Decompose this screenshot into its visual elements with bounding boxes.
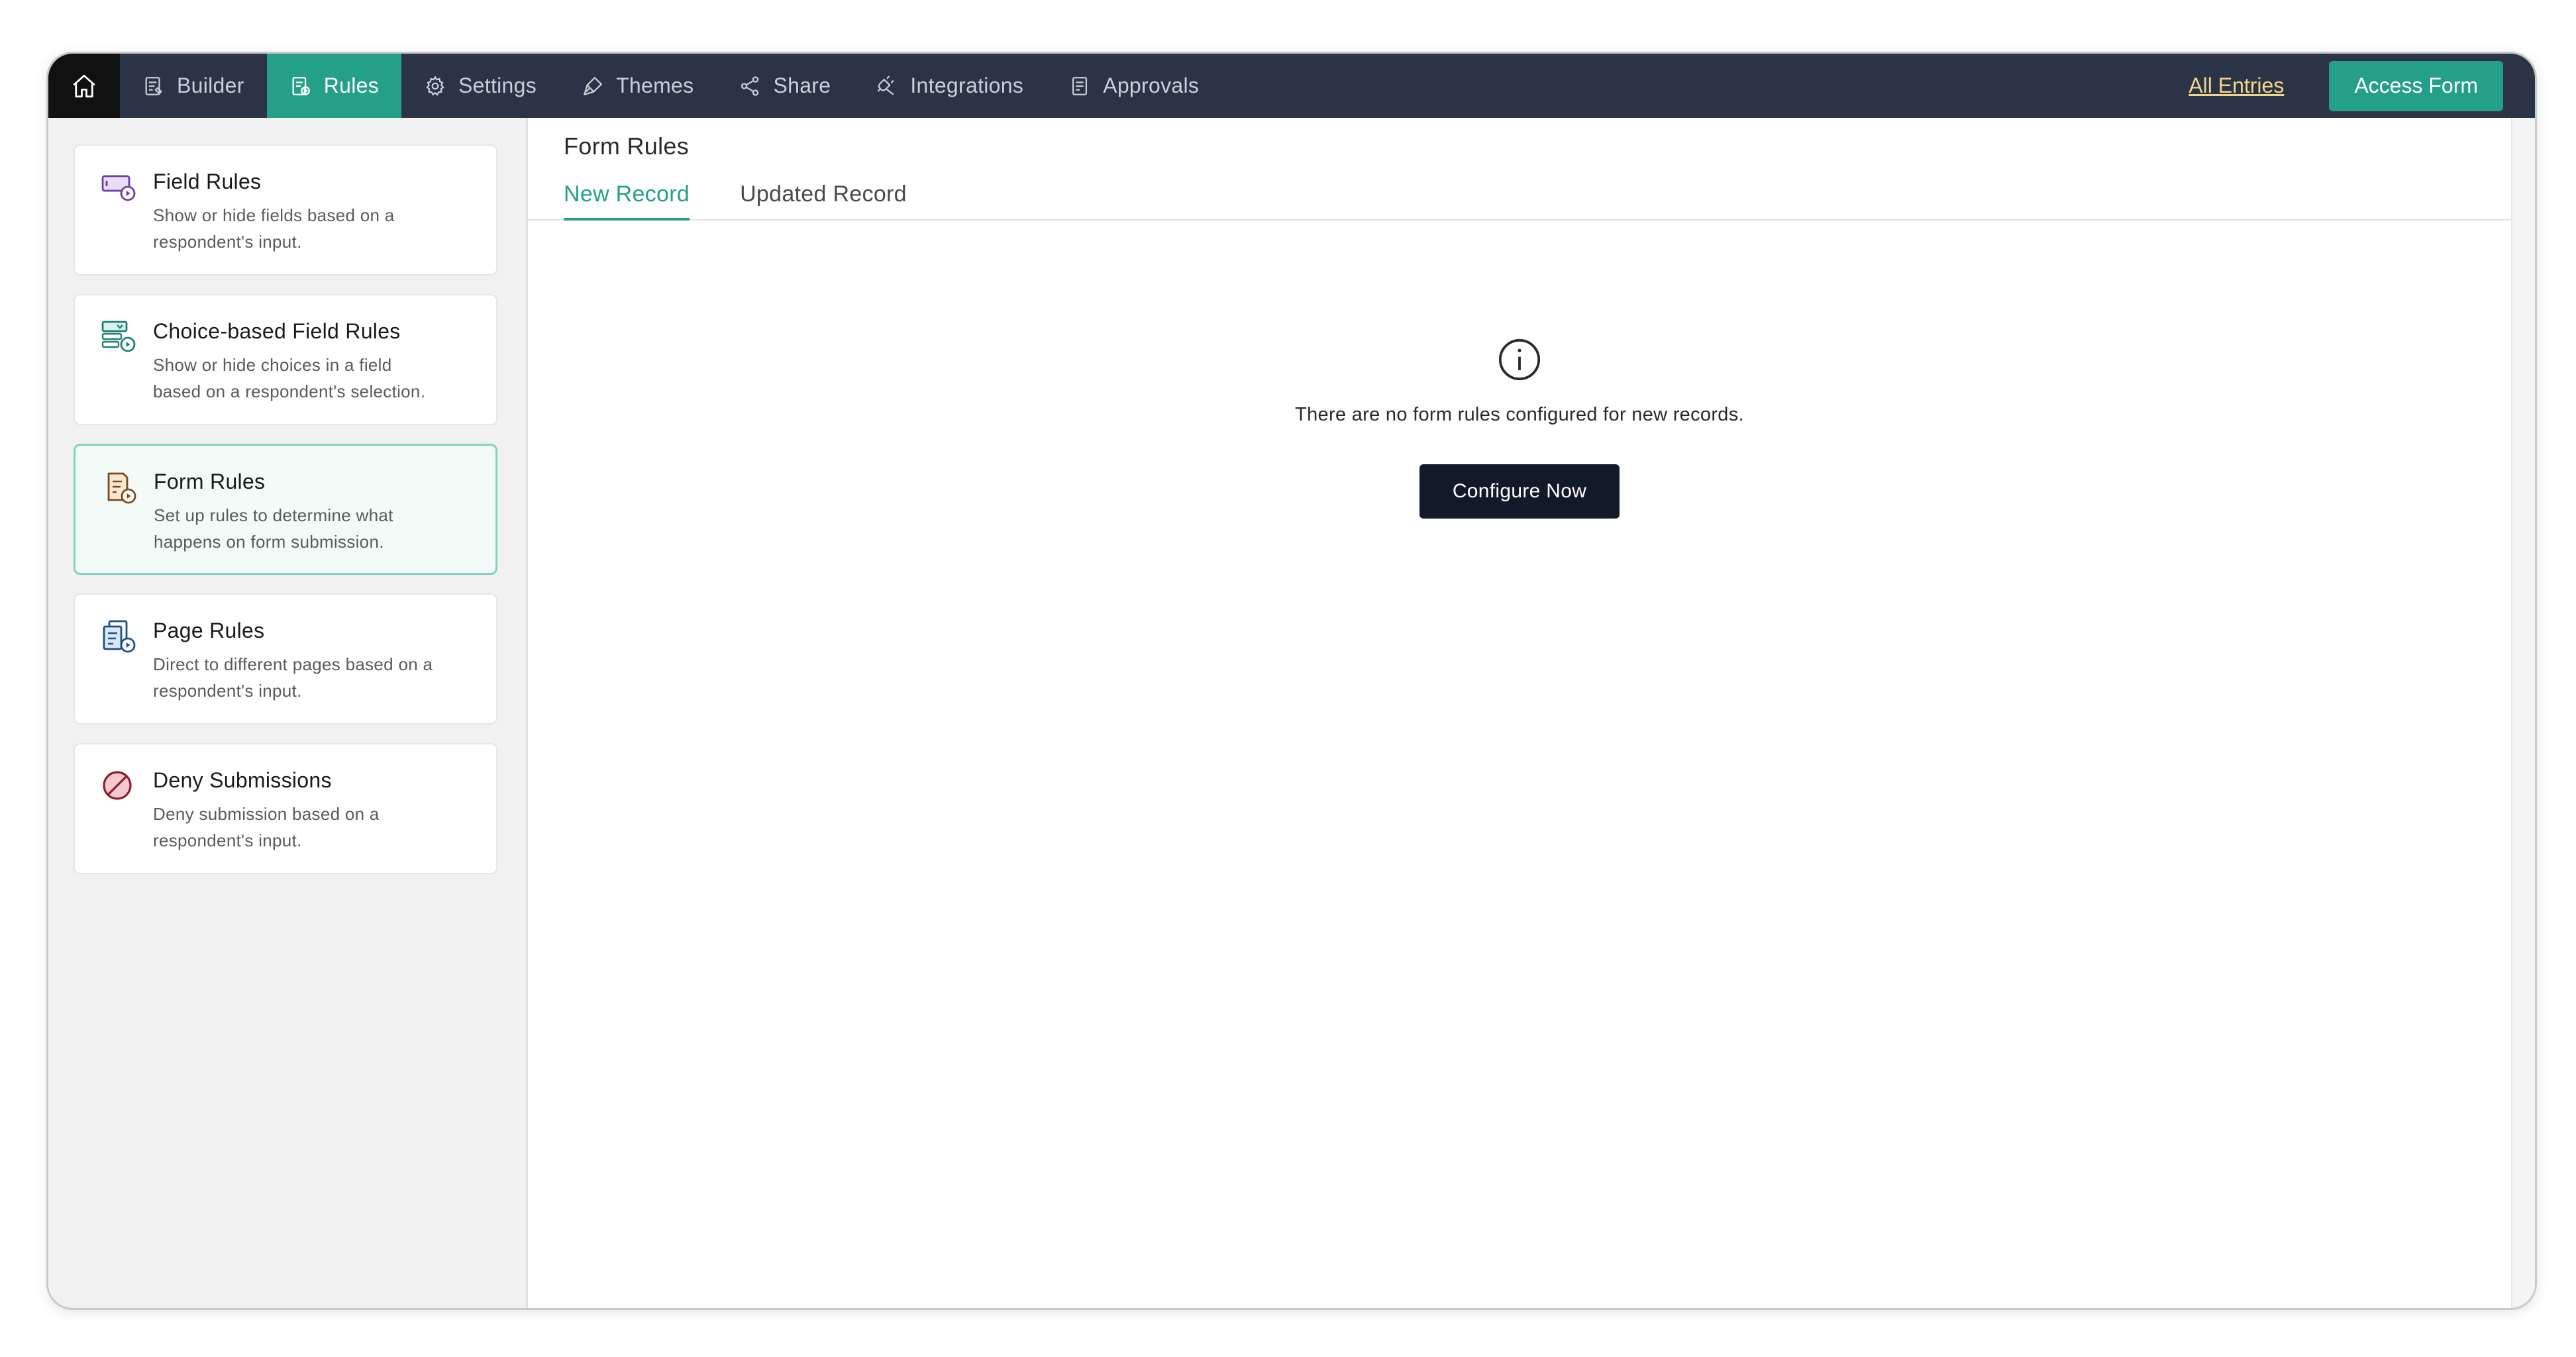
card-desc-line: Deny submission based on a xyxy=(153,804,380,824)
nav-tab-builder[interactable]: Builder xyxy=(120,54,267,118)
approvals-icon xyxy=(1072,76,1088,95)
configure-now-button[interactable]: Configure Now xyxy=(1419,464,1620,519)
nav-tabs: Builder Rules Settings Themes Share Inte… xyxy=(120,54,1221,118)
card-title: Choice-based Field Rules xyxy=(153,319,401,343)
card-title: Page Rules xyxy=(153,619,265,642)
rule-card-form-rules[interactable]: Form Rules Set up rules to determine wha… xyxy=(74,444,497,575)
deny-icon xyxy=(103,771,132,800)
plug-icon xyxy=(878,75,895,95)
gear-icon xyxy=(426,75,444,96)
share-icon xyxy=(741,75,759,96)
top-nav: Builder Rules Settings Themes Share Inte… xyxy=(48,54,2535,118)
card-title: Field Rules xyxy=(153,170,262,193)
rule-card-choice-field-rules[interactable]: Choice-based Field Rules Show or hide ch… xyxy=(74,294,497,425)
app-window: Builder Rules Settings Themes Share Inte… xyxy=(46,52,2537,1310)
nav-tab-label: Themes xyxy=(616,74,694,97)
nav-tab-label: Settings xyxy=(458,74,537,97)
tab-new-record[interactable]: New Record xyxy=(564,181,690,221)
builder-icon xyxy=(145,76,162,95)
rules-sidebar: Field Rules Show or hide fields based on… xyxy=(48,118,528,1308)
card-desc-line: Direct to different pages based on a xyxy=(153,654,433,674)
main-header: Form Rules New Record Updated Record xyxy=(528,118,2511,221)
nav-tab-label: Approvals xyxy=(1103,74,1200,97)
card-desc-line: Show or hide fields based on a xyxy=(153,205,395,225)
rules-icon xyxy=(292,76,310,95)
card-description: Show or hide fields based on a responden… xyxy=(153,202,476,255)
rule-card-field-rules[interactable]: Field Rules Show or hide fields based on… xyxy=(74,144,497,276)
nav-tab-share[interactable]: Share xyxy=(716,54,853,118)
empty-message: There are no form rules configured for n… xyxy=(1295,404,1744,425)
card-desc-line: respondent's input. xyxy=(153,232,302,252)
nav-tab-label: Builder xyxy=(177,74,244,97)
card-description: Direct to different pages based on a res… xyxy=(153,651,476,704)
empty-state: There are no form rules configured for n… xyxy=(528,336,2511,519)
page-title: Form Rules xyxy=(564,132,690,160)
tab-updated-record[interactable]: Updated Record xyxy=(740,181,907,221)
record-tabs: New Record Updated Record xyxy=(564,181,907,221)
nav-tab-themes[interactable]: Themes xyxy=(559,54,716,118)
nav-tab-label: Integrations xyxy=(910,74,1024,97)
card-desc-line: Set up rules to determine what xyxy=(154,505,393,525)
nav-tab-rules[interactable]: Rules xyxy=(266,54,402,118)
brush-icon xyxy=(584,76,602,95)
nav-tab-label: Rules xyxy=(323,74,380,97)
card-description: Deny submission based on a respondent's … xyxy=(153,801,476,854)
access-form-button[interactable]: Access Form xyxy=(2329,60,2503,111)
nav-tab-label: Share xyxy=(773,74,831,97)
card-description: Set up rules to determine what happens o… xyxy=(154,502,476,555)
main-panel: Form Rules New Record Updated Record The… xyxy=(528,118,2511,1308)
card-desc-line: based on a respondent's selection. xyxy=(153,381,426,401)
page-rules-icon xyxy=(103,620,136,653)
nav-tab-integrations[interactable]: Integrations xyxy=(853,54,1046,118)
rule-card-page-rules[interactable]: Page Rules Direct to different pages bas… xyxy=(74,593,497,725)
home-button[interactable] xyxy=(48,54,120,118)
card-title: Deny Submissions xyxy=(153,768,332,792)
vertical-scrollbar[interactable] xyxy=(2511,118,2535,1308)
home-icon xyxy=(73,74,95,97)
form-rules-icon xyxy=(107,472,136,504)
card-desc-line: respondent's input. xyxy=(153,681,302,701)
info-icon xyxy=(1498,338,1541,381)
rule-card-deny-submissions[interactable]: Deny Submissions Deny submission based o… xyxy=(74,743,497,874)
card-desc-line: respondent's input. xyxy=(153,830,302,850)
card-desc-line: Show or hide choices in a field xyxy=(153,355,392,375)
nav-actions: All Entries Access Form xyxy=(2189,54,2535,118)
card-description: Show or hide choices in a field based on… xyxy=(153,352,476,405)
choice-rules-icon xyxy=(101,321,136,352)
nav-tab-settings[interactable]: Settings xyxy=(401,54,559,118)
field-rules-icon xyxy=(101,175,136,201)
all-entries-link[interactable]: All Entries xyxy=(2189,74,2284,98)
card-title: Form Rules xyxy=(154,470,266,493)
nav-tab-approvals[interactable]: Approvals xyxy=(1046,54,1221,118)
card-desc-line: happens on form submission. xyxy=(154,532,384,552)
